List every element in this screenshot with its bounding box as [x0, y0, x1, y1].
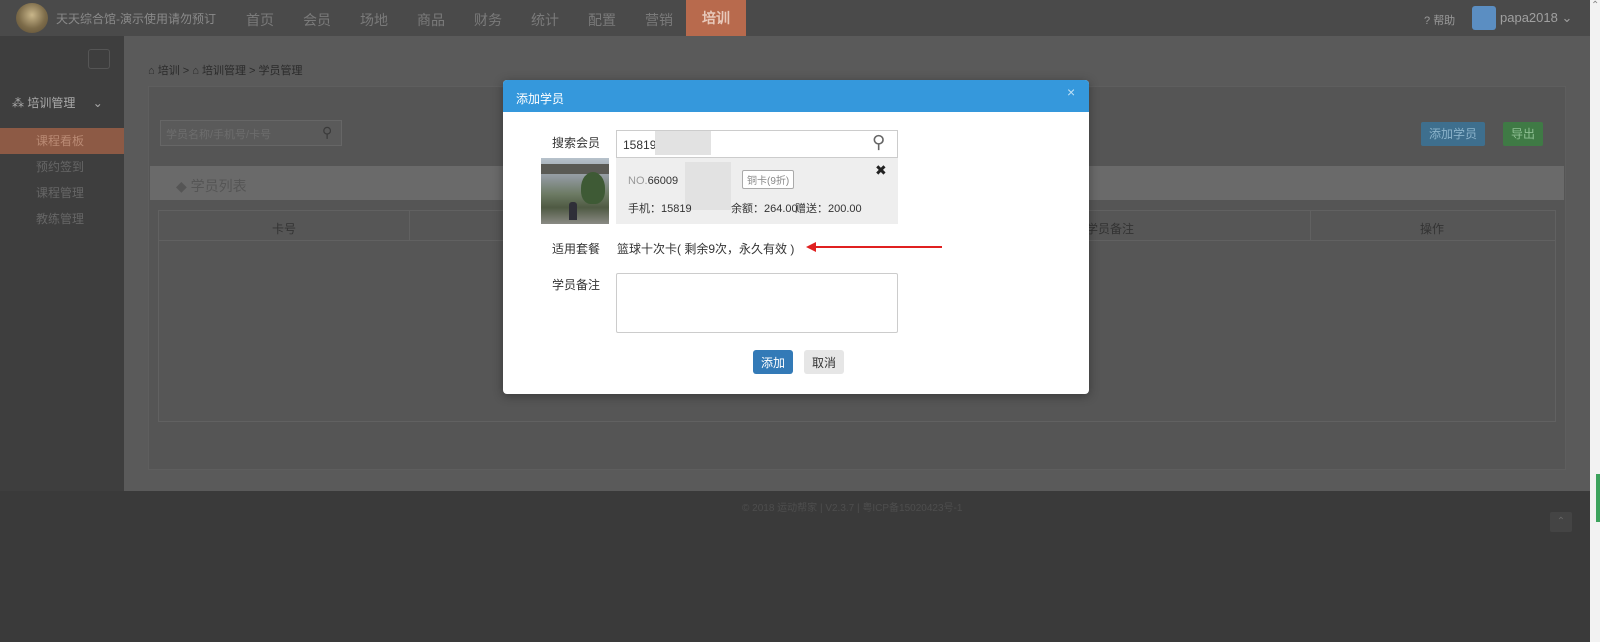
- remark-label: 学员备注: [552, 278, 601, 292]
- search-icon[interactable]: ⚲: [872, 132, 885, 153]
- column-header-card-no: 卡号: [272, 222, 297, 236]
- nav-item-products[interactable]: 商品: [417, 10, 445, 30]
- package-value: 篮球十次卡( 剩余9次，永久有效 ): [617, 242, 795, 256]
- close-icon[interactable]: ×: [1067, 84, 1075, 100]
- column-header-actions: 操作: [1420, 222, 1445, 236]
- chevron-up-icon: ⌃: [1591, 0, 1600, 11]
- avatar[interactable]: [1472, 6, 1496, 30]
- redacted-mask: [685, 162, 731, 210]
- question-circle-icon: ?: [1424, 15, 1431, 27]
- export-button[interactable]: 导出: [1503, 122, 1543, 146]
- package-label: 适用套餐: [552, 242, 601, 256]
- logo-icon: [16, 3, 48, 33]
- student-list-title: ◆ 学员列表: [176, 176, 247, 196]
- sidebar-item-course-manage[interactable]: 课程管理: [0, 180, 124, 206]
- member-balance: 余额：264.00: [731, 200, 798, 216]
- home-icon: ⌂: [148, 65, 155, 77]
- close-icon[interactable]: ✖: [875, 162, 887, 179]
- help-label: 帮助: [1433, 15, 1456, 27]
- search-member-label: 搜索会员: [552, 136, 601, 150]
- nav-item-home[interactable]: 首页: [246, 10, 274, 30]
- gift-value: 200.00: [828, 203, 862, 215]
- member-no: NO.66009: [628, 175, 678, 187]
- sidebar-submenu: 课程看板 预约签到 课程管理 教练管理: [0, 128, 124, 232]
- window-edge: [1590, 0, 1600, 642]
- username: papa2018: [1500, 10, 1558, 25]
- sidebar-group-training[interactable]: ⁂ 培训管理 ⌄: [12, 94, 103, 111]
- cubes-icon: ⁂: [12, 96, 24, 110]
- chevron-down-icon: ⌄: [92, 96, 103, 110]
- column-divider: [409, 210, 410, 240]
- redacted-mask: [655, 131, 711, 155]
- column-header-remark: 学员备注: [1086, 222, 1135, 236]
- nav-item-training[interactable]: 培训: [686, 0, 746, 36]
- member-photo: [541, 158, 609, 224]
- sidebar-group-label: 培训管理: [27, 96, 76, 110]
- nav-item-stats[interactable]: 统计: [531, 10, 559, 30]
- sidebar-item-checkin[interactable]: 预约签到: [0, 154, 124, 180]
- member-no-prefix: NO.: [628, 175, 648, 187]
- scroll-top-button[interactable]: ⌃: [1550, 512, 1572, 532]
- sidebar: ⁂ 培训管理 ⌄ 课程看板 预约签到 课程管理 教练管理: [0, 36, 124, 491]
- sidebar-item-course-board[interactable]: 课程看板: [0, 128, 124, 154]
- photo-person: [569, 202, 577, 220]
- side-tab[interactable]: [1596, 474, 1600, 522]
- nav-item-members[interactable]: 会员: [303, 10, 331, 30]
- photo-gate: [541, 164, 609, 174]
- breadcrumb-item: 学员管理: [258, 65, 303, 77]
- member-search-value: 15819: [623, 138, 657, 152]
- home-icon: ⌂: [192, 65, 199, 77]
- user-menu[interactable]: papa2018 ⌄: [1500, 10, 1572, 26]
- copyright: © 2018 运动帮家 | V2.3.7 | 粤ICP备15020423号-1: [742, 503, 963, 514]
- modal-title: 添加学员: [516, 92, 565, 106]
- modal-header: [503, 80, 1089, 112]
- help-link[interactable]: ? 帮助: [1424, 12, 1455, 28]
- member-no-value: 66009: [647, 175, 679, 187]
- column-divider: [1310, 210, 1311, 240]
- app-title: 天天综合馆-演示使用请勿预订: [56, 12, 216, 26]
- breadcrumb-item[interactable]: 培训管理: [202, 65, 246, 77]
- breadcrumb: ⌂ 培训 > ⌂ 培训管理 > 学员管理: [148, 65, 303, 77]
- add-button[interactable]: 添加: [753, 350, 793, 374]
- search-icon[interactable]: ⚲: [322, 124, 332, 141]
- remark-textarea[interactable]: [616, 273, 898, 333]
- member-gift: 赠送：200.00: [795, 200, 862, 216]
- cancel-button[interactable]: 取消: [804, 350, 844, 374]
- photo-tree: [581, 172, 605, 204]
- student-list-title-label: 学员列表: [190, 178, 247, 194]
- phone-value: 15819: [661, 203, 692, 215]
- nav-item-finance[interactable]: 财务: [474, 10, 502, 30]
- phone-label: 手机：: [628, 203, 661, 215]
- nav-item-venues[interactable]: 场地: [360, 10, 388, 30]
- add-student-button[interactable]: 添加学员: [1421, 122, 1485, 146]
- add-student-modal: 添加学员 × 搜索会员 15819 ⚲ NO.66009 铜卡(9折) ✖ 手机…: [503, 80, 1089, 394]
- arrow-left-icon: [806, 242, 942, 252]
- balance-value: 264.00: [764, 203, 798, 215]
- nav-item-marketing[interactable]: 营销: [645, 10, 673, 30]
- breadcrumb-item[interactable]: 培训: [158, 65, 180, 77]
- tag-icon: ◆: [176, 178, 187, 194]
- top-nav: 天天综合馆-演示使用请勿预订 首页 会员 场地 商品 财务 统计 配置 营销 培…: [0, 0, 1590, 36]
- nav-item-config[interactable]: 配置: [588, 10, 616, 30]
- member-phone: 手机：15819: [628, 200, 692, 216]
- sidebar-item-coach-manage[interactable]: 教练管理: [0, 206, 124, 232]
- balance-label: 余额：: [731, 203, 764, 215]
- card-type-badge: 铜卡(9折): [742, 170, 795, 189]
- menu-icon[interactable]: [88, 49, 110, 69]
- student-search-placeholder: 学员名称/手机号/卡号: [166, 129, 272, 141]
- chevron-down-icon: ⌄: [1561, 10, 1573, 25]
- gift-label: 赠送：: [795, 203, 828, 215]
